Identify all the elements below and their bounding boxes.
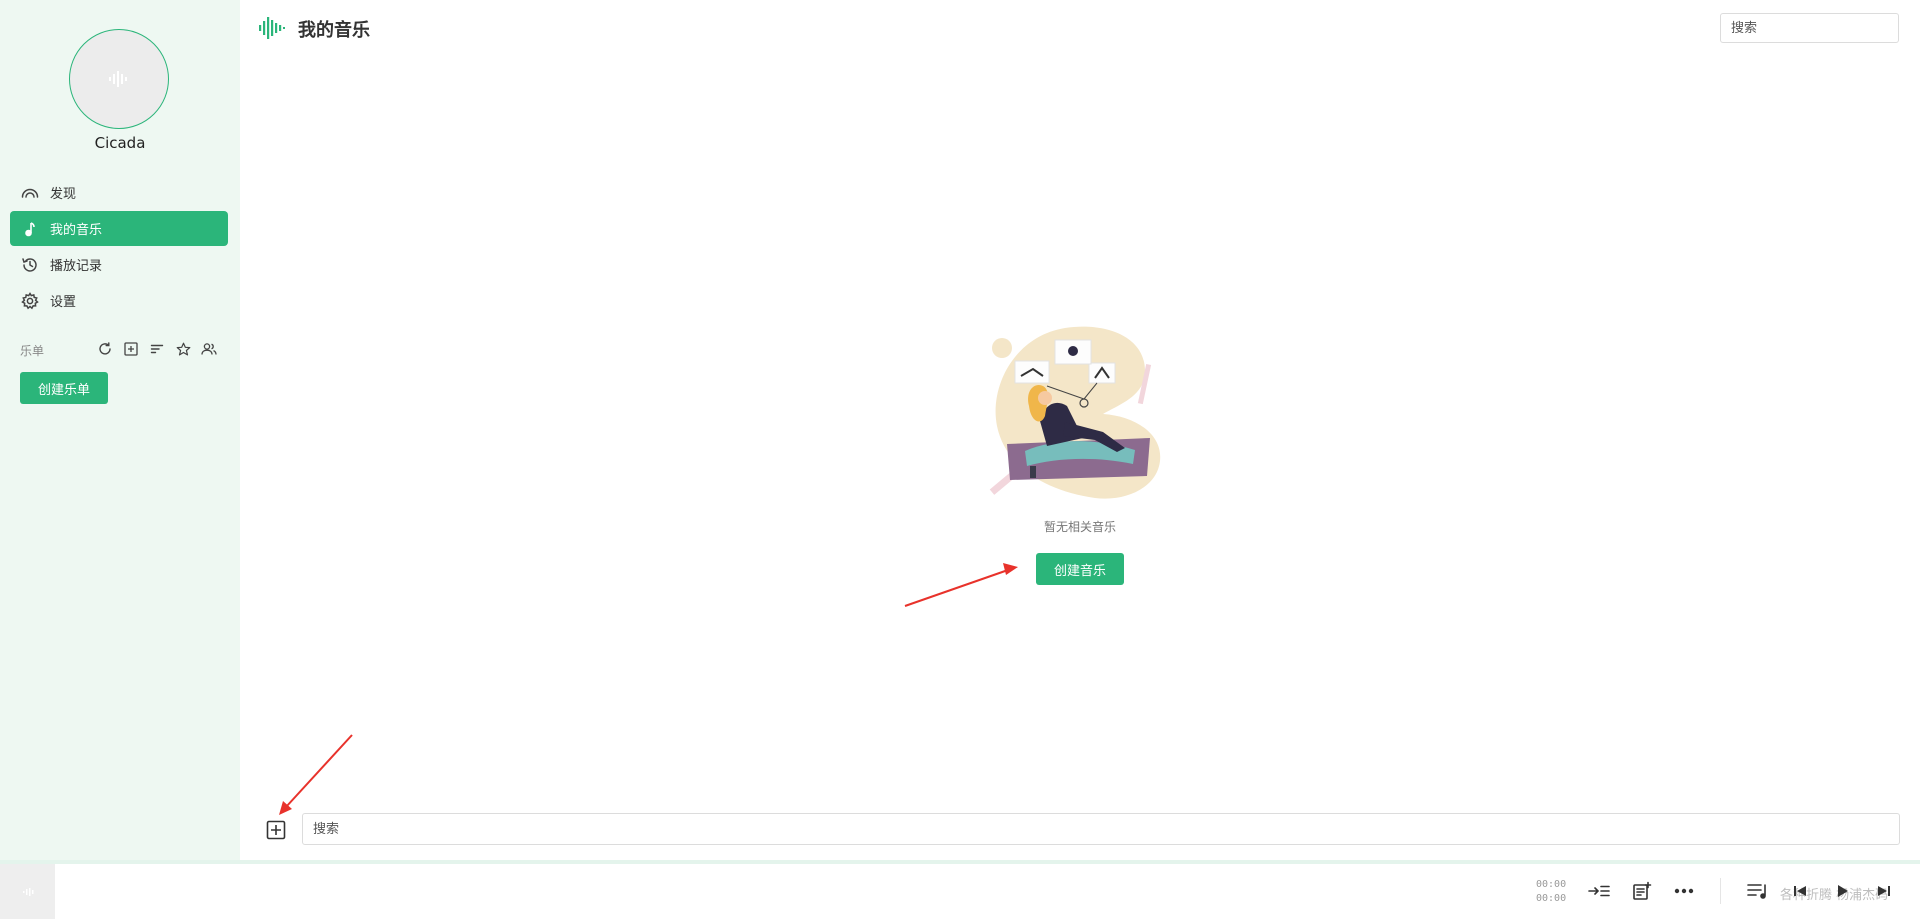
nav-item-label: 设置 <box>50 295 77 310</box>
create-playlist-button[interactable]: 创建乐单 <box>20 372 108 404</box>
player-separator <box>1720 878 1721 904</box>
empty-state-illustration <box>989 326 1161 499</box>
play-mode-icon[interactable] <box>1587 879 1611 903</box>
annotation-arrow-to-add-button <box>279 734 353 815</box>
refresh-icon[interactable] <box>96 340 114 358</box>
username: Cicada <box>94 134 146 152</box>
discover-icon <box>20 183 40 203</box>
add-box-icon[interactable] <box>122 340 140 358</box>
gear-icon <box>20 291 40 311</box>
nav-item-history[interactable]: 播放记录 <box>10 247 228 282</box>
playlist-tools <box>96 340 218 358</box>
current-time: 00:00 <box>1536 879 1567 890</box>
nav-item-settings[interactable]: 设置 <box>10 283 228 318</box>
previous-track-icon[interactable] <box>1789 880 1811 902</box>
next-track-icon[interactable] <box>1873 880 1895 902</box>
add-box-icon[interactable] <box>266 820 286 840</box>
bottom-search-input[interactable] <box>302 813 1900 845</box>
sort-icon[interactable] <box>148 340 166 358</box>
nav-item-label: 我的音乐 <box>50 223 103 238</box>
play-icon[interactable] <box>1831 880 1853 902</box>
empty-state-text: 暂无相关音乐 <box>1043 520 1116 534</box>
waveform-logo-icon <box>259 17 285 39</box>
playback-time: 00:00 00:00 <box>1536 878 1566 906</box>
playlist-section-label: 乐单 <box>20 343 45 358</box>
nav-item-discover[interactable]: 发现 <box>10 175 228 210</box>
playlist-section-header: 乐单 <box>20 340 220 360</box>
waveform-icon <box>109 71 127 87</box>
playlist-queue-icon[interactable] <box>1746 879 1770 903</box>
waveform-icon <box>22 887 33 896</box>
sidebar: Cicada 发现 我的音乐 播放记录 设置 乐单 创建乐单 <box>0 0 240 860</box>
music-note-icon <box>20 219 40 239</box>
nav-item-my-music[interactable]: 我的音乐 <box>10 211 228 246</box>
history-icon <box>20 255 40 275</box>
album-cover[interactable] <box>0 864 55 919</box>
player-bar: 00:00 00:00 各种折腾 杨浦杰码 <box>0 864 1920 919</box>
users-icon[interactable] <box>200 340 218 358</box>
search-input[interactable] <box>1720 13 1899 43</box>
annotation-arrow-to-create-music <box>904 563 1018 607</box>
nav-item-label: 播放记录 <box>50 259 103 274</box>
star-icon[interactable] <box>174 340 192 358</box>
page-title: 我的音乐 <box>298 20 370 41</box>
annotation-arrows <box>279 563 1018 815</box>
more-icon[interactable] <box>1672 879 1696 903</box>
create-music-button[interactable]: 创建音乐 <box>1036 553 1124 585</box>
total-time: 00:00 <box>1536 893 1567 904</box>
add-to-playlist-icon[interactable] <box>1630 879 1654 903</box>
avatar[interactable] <box>69 29 169 129</box>
nav-item-label: 发现 <box>50 187 77 202</box>
